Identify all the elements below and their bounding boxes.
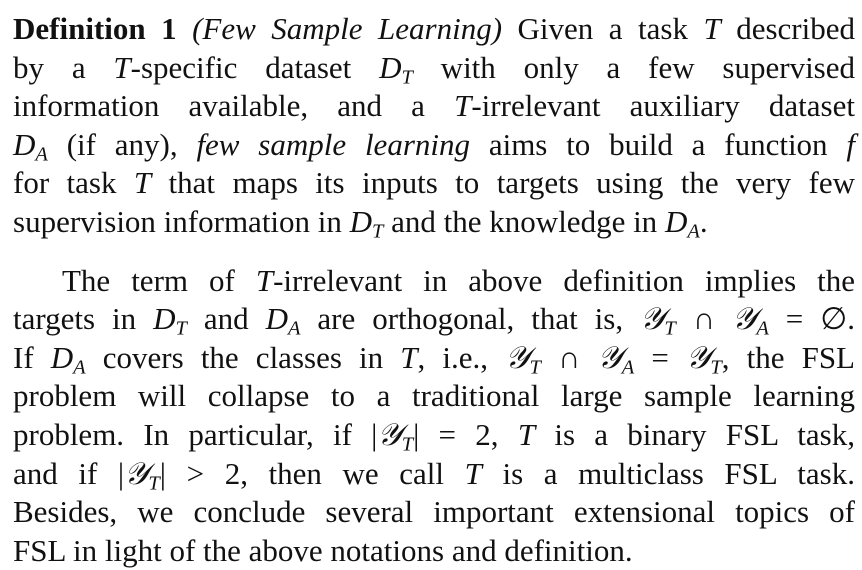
text-run: T — [529, 356, 541, 379]
text-run: (Few Sample Learning) — [192, 11, 503, 46]
text-run: A — [287, 317, 301, 340]
text-run: for task — [13, 165, 134, 201]
text-run: A — [35, 143, 48, 166]
definition-line: Definition 1 (Few Sample Learning) Given… — [13, 10, 855, 49]
text-run: D — [664, 203, 688, 239]
paragraph-line: problem. In particular, if |𝒴T| = 2, T i… — [13, 416, 855, 455]
text-run: 𝒴 — [640, 301, 665, 337]
text-run: 𝒴 — [124, 455, 149, 491]
definition-line: by a T-specific dataset DT with only a f… — [13, 49, 855, 88]
text-run: T — [133, 165, 152, 201]
text-run: T — [454, 88, 472, 124]
text-run: is a binary FSL task, — [535, 416, 855, 452]
definition-line: DA (if any), few sample learning aims to… — [13, 126, 855, 165]
text-run: targets in — [13, 301, 154, 337]
text-run: and if | — [13, 455, 125, 491]
text-run: described — [720, 11, 855, 46]
text-run: problem will collapse to a traditional l… — [13, 378, 855, 414]
text-run: 𝒴 — [505, 339, 530, 375]
text-run: supervision information in — [13, 203, 350, 239]
definition-line: for task T that maps its inputs to targe… — [13, 164, 855, 203]
text-run: A — [73, 356, 86, 379]
text-run: 𝒴 — [686, 339, 711, 375]
text-run: -irrelevant in above definition implies … — [273, 262, 856, 298]
text-run: is a multiclass FSL task. — [481, 455, 855, 491]
text-run: problem. In particular, if | — [13, 416, 378, 452]
text-run: -specific dataset — [130, 49, 380, 85]
text-run: Definition 1 — [13, 11, 177, 46]
text-run: . — [699, 203, 708, 239]
text-run: D — [50, 339, 74, 375]
text-run: D — [349, 203, 373, 239]
paragraph-line: targets in DT and DA are orthogonal, tha… — [13, 300, 855, 339]
text-run: T — [255, 262, 274, 298]
text-run: ∩ — [675, 301, 733, 337]
definition-block: Definition 1 (Few Sample Learning) Given… — [13, 10, 855, 242]
text-run: = ∅. — [768, 301, 855, 337]
text-run — [177, 11, 193, 46]
text-run: f — [846, 126, 855, 162]
text-run: T — [517, 416, 536, 452]
paper-page: Definition 1 (Few Sample Learning) Given… — [13, 10, 855, 570]
text-run: with only a few supervised — [412, 49, 856, 85]
paragraph-line: If DA covers the classes in T, i.e., 𝒴T … — [13, 339, 855, 378]
text-run: T — [113, 49, 131, 85]
text-run: T — [664, 317, 676, 340]
text-run: If — [13, 339, 51, 375]
text-run: | > 2, then we call — [159, 455, 465, 491]
paragraph-line: FSL in light of the above notations and … — [13, 532, 855, 570]
text-run: Besides, we conclude several important e… — [13, 494, 855, 530]
text-run: A — [756, 317, 769, 340]
text-run: D — [265, 301, 288, 337]
text-run: D — [153, 301, 176, 337]
text-run: , i.e., — [417, 339, 506, 375]
text-run: , the FSL — [721, 339, 855, 375]
text-run: = — [634, 339, 687, 375]
text-run: covers the classes in — [85, 339, 401, 375]
text-run: D — [379, 49, 402, 85]
text-run: T — [703, 11, 721, 46]
text-run: T — [372, 220, 384, 243]
text-run: that maps its inputs to targets using th… — [151, 165, 855, 201]
text-run: information available, and a — [13, 88, 455, 124]
text-run: 𝒴 — [597, 339, 622, 375]
text-run: ∩ — [540, 339, 598, 375]
text-run: and — [186, 301, 266, 337]
text-run: T — [400, 339, 418, 375]
text-run: A — [621, 356, 635, 379]
text-run: (if any), — [47, 126, 197, 162]
text-run: aims to build a function — [470, 126, 847, 162]
paragraph-line: The term of T-irrelevant in above defini… — [13, 262, 855, 301]
text-run: T — [710, 356, 722, 379]
definition-line: supervision information in DT and the kn… — [13, 203, 855, 242]
text-run: few sample learning — [196, 126, 470, 162]
definition-line: information available, and a T-irrelevan… — [13, 87, 855, 126]
text-run: Given a task — [502, 11, 704, 46]
text-run: and the knowledge in — [383, 203, 665, 239]
text-run: 𝒴 — [377, 416, 402, 452]
text-run: T — [401, 66, 413, 89]
text-run: FSL in light of the above notations and … — [13, 532, 633, 568]
body-paragraph: The term of T-irrelevant in above defini… — [13, 262, 855, 570]
text-run: T — [464, 455, 482, 491]
paragraph-line: problem will collapse to a traditional l… — [13, 377, 855, 416]
text-run: T — [175, 317, 187, 340]
text-run: T — [401, 433, 414, 456]
text-run: The term of — [62, 262, 256, 298]
text-run: 𝒴 — [732, 301, 757, 337]
text-run: | = 2, — [413, 416, 518, 452]
text-run: T — [148, 472, 160, 495]
text-run: are orthogonal, that is, — [300, 301, 641, 337]
text-run: D — [13, 126, 36, 162]
text-run: by a — [13, 49, 114, 85]
text-run: A — [687, 220, 700, 243]
paragraph-line: and if |𝒴T| > 2, then we call T is a mul… — [13, 455, 855, 494]
paragraph-line: Besides, we conclude several important e… — [13, 493, 855, 532]
text-run: -irrelevant auxiliary dataset — [471, 88, 855, 124]
